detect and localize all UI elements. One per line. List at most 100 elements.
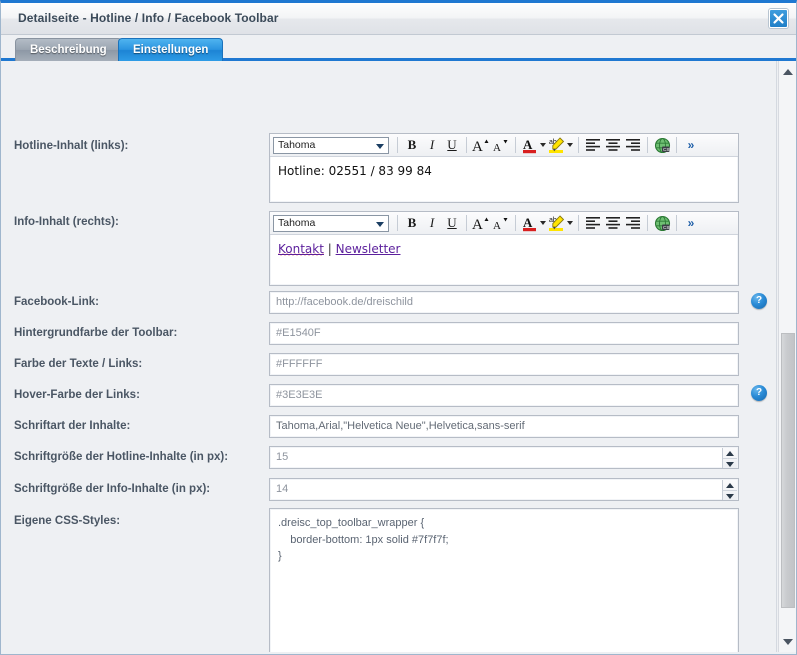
font-color-icon[interactable]: A <box>520 214 547 233</box>
editor-link-newsletter[interactable]: Newsletter <box>336 242 401 256</box>
input-info-font-size[interactable]: 14 <box>269 478 739 501</box>
settings-form: Hotline-Inhalt (links): Tahoma B I U A A… <box>1 61 777 652</box>
help-icon-hover-link-color[interactable]: ? <box>751 385 767 401</box>
tab-beschreibung[interactable]: Beschreibung <box>15 38 122 61</box>
input-facebook-link[interactable]: http://facebook.de/dreischild <box>269 291 739 314</box>
chevron-down-icon <box>539 143 546 147</box>
editor-link-kontakt[interactable]: Kontakt <box>278 242 324 256</box>
underline-icon[interactable]: U <box>442 214 462 233</box>
editor-content-hotline[interactable]: Hotline: 02551 / 83 99 84 <box>270 157 738 185</box>
italic-glyph: I <box>429 137 435 152</box>
toolbar-separator <box>515 215 516 231</box>
bold-glyph: B <box>407 215 417 230</box>
textarea-custom-css[interactable]: .dreisc_top_toolbar_wrapper { border-bot… <box>269 508 739 652</box>
decrease-font-size-glyph: A <box>493 218 508 232</box>
scroll-up-button[interactable] <box>779 63 796 80</box>
spinner-up-button[interactable] <box>723 448 737 459</box>
label-facebook-link: Facebook-Link: <box>14 296 99 308</box>
dialog-body: Hotline-Inhalt (links): Tahoma B I U A A… <box>1 61 796 652</box>
increase-font-size-icon[interactable]: A <box>471 214 491 233</box>
align-left-icon[interactable] <box>583 136 603 155</box>
toolbar-separator <box>647 215 648 231</box>
more-tools-glyph: » <box>687 216 695 230</box>
close-button[interactable] <box>769 9 788 28</box>
spinner-down-button[interactable] <box>723 459 737 468</box>
align-right-icon[interactable] <box>623 214 643 233</box>
italic-icon[interactable]: I <box>422 136 442 155</box>
chevron-down-icon <box>376 143 384 149</box>
richtext-editor-hotline[interactable]: Tahoma B I U A A A ab CS » Hotline: 0255… <box>269 133 739 203</box>
bold-glyph: B <box>407 137 417 152</box>
align-center-glyph <box>606 139 620 151</box>
dialog-title: Detailseite - Hotline / Info / Facebook … <box>18 11 279 25</box>
spinner-info-font-size[interactable] <box>722 480 737 500</box>
scrollbar-thumb[interactable] <box>781 333 795 608</box>
more-tools-icon[interactable]: » <box>681 214 701 233</box>
close-icon <box>773 13 784 24</box>
richtext-editor-info[interactable]: Tahoma B I U A A A ab CS » Kontakt | New… <box>269 211 739 286</box>
toolbar-separator <box>397 215 398 231</box>
info-font-size-value: 14 <box>276 483 289 495</box>
align-center-icon[interactable] <box>603 136 623 155</box>
label-custom-css: Eigene CSS-Styles: <box>14 515 121 527</box>
input-hover-link-color[interactable]: #3E3E3E <box>269 384 739 407</box>
align-right-icon[interactable] <box>623 136 643 155</box>
editor-toolbar-info: Tahoma B I U A A A ab CS » <box>270 212 738 235</box>
underline-icon[interactable]: U <box>442 136 462 155</box>
decrease-font-size-icon[interactable]: A <box>491 214 511 233</box>
font-color-glyph: A <box>522 215 536 232</box>
toolbar-separator <box>578 137 579 153</box>
insert-link-globe-icon[interactable]: CSS <box>652 136 672 155</box>
font-color-icon[interactable]: A <box>520 136 547 155</box>
chevron-down-icon <box>539 221 546 225</box>
align-left-glyph <box>586 217 600 229</box>
input-hotline-font-size[interactable]: 15 <box>269 446 739 469</box>
chevron-down-icon <box>782 638 793 645</box>
triangle-down-icon <box>726 461 734 467</box>
highlight-color-icon[interactable]: ab <box>547 214 574 233</box>
italic-icon[interactable]: I <box>422 214 442 233</box>
highlight-color-icon[interactable]: ab <box>547 136 574 155</box>
bold-icon[interactable]: B <box>402 214 422 233</box>
tab-einstellungen[interactable]: Einstellungen <box>118 38 224 61</box>
svg-text:CSS: CSS <box>663 147 671 152</box>
more-tools-icon[interactable]: » <box>681 136 701 155</box>
spinner-down-button[interactable] <box>723 491 737 500</box>
font-color-glyph: A <box>522 137 536 154</box>
label-info-font-size: Schriftgröße der Info-Inhalte (in px): <box>14 483 211 495</box>
toolbar-separator <box>578 215 579 231</box>
editor-link-separator: | <box>323 242 336 256</box>
align-left-icon[interactable] <box>583 214 603 233</box>
triangle-up-icon <box>726 450 734 456</box>
spinner-hotline-font-size[interactable] <box>722 448 737 468</box>
font-family-value: Tahoma <box>278 139 316 151</box>
help-icon-facebook-link[interactable]: ? <box>751 293 767 309</box>
spinner-up-button[interactable] <box>723 480 737 491</box>
align-left-glyph <box>586 139 600 151</box>
triangle-up-icon <box>726 482 734 488</box>
input-toolbar-background-color[interactable]: #E1540F <box>269 322 739 345</box>
svg-text:A: A <box>523 137 533 152</box>
decrease-font-size-icon[interactable]: A <box>491 136 511 155</box>
svg-text:CSS: CSS <box>663 225 671 230</box>
bold-icon[interactable]: B <box>402 136 422 155</box>
chevron-down-icon <box>566 221 573 225</box>
font-family-value: Tahoma <box>278 217 316 229</box>
editor-content-info[interactable]: Kontakt | Newsletter <box>270 235 738 263</box>
scroll-down-button[interactable] <box>779 633 796 650</box>
font-family-select-hotline[interactable]: Tahoma <box>273 136 389 154</box>
input-text-link-color[interactable]: #FFFFFF <box>269 353 739 376</box>
italic-glyph: I <box>429 215 435 230</box>
label-content-font-family: Schriftart der Inhalte: <box>14 420 131 432</box>
insert-link-globe-icon[interactable]: CSS <box>652 214 672 233</box>
svg-text:A: A <box>493 220 501 232</box>
detail-dialog-window: Detailseite - Hotline / Info / Facebook … <box>0 0 797 655</box>
align-center-icon[interactable] <box>603 214 623 233</box>
decrease-font-size-glyph: A <box>493 140 508 154</box>
toolbar-separator <box>515 137 516 153</box>
increase-font-size-icon[interactable]: A <box>471 136 491 155</box>
vertical-scrollbar[interactable] <box>778 61 796 652</box>
toolbar-separator <box>647 137 648 153</box>
font-family-select-info[interactable]: Tahoma <box>273 214 389 232</box>
input-content-font-family[interactable]: Tahoma,Arial,"Helvetica Neue",Helvetica,… <box>269 415 739 438</box>
